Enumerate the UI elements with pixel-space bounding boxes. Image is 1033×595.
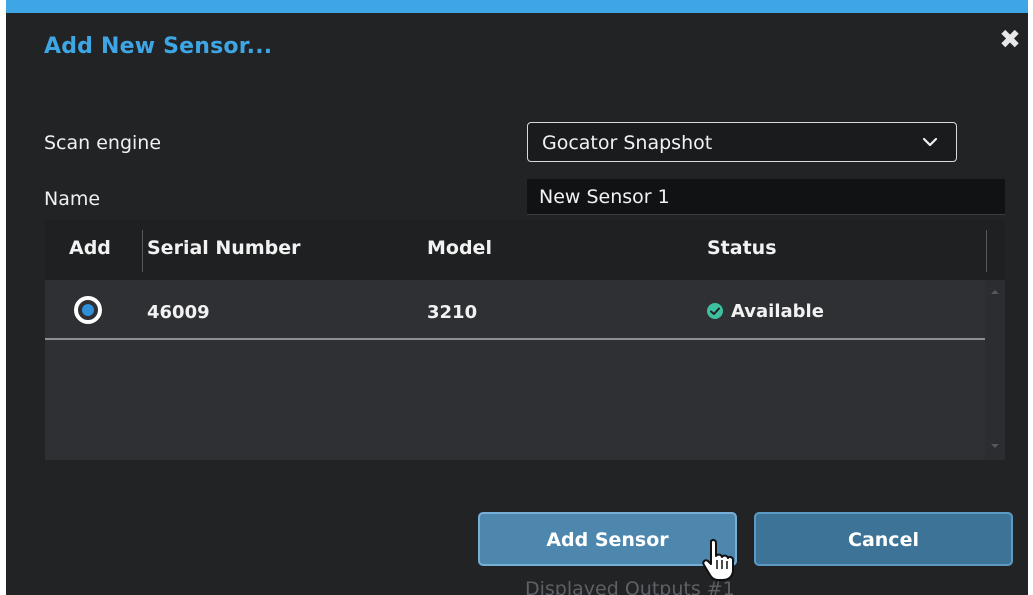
chevron-down-icon	[922, 137, 938, 147]
cancel-button[interactable]: Cancel	[754, 512, 1013, 566]
column-header-model[interactable]: Model	[427, 237, 492, 259]
table-header: Add Serial Number Model Status	[45, 220, 1005, 280]
column-header-add: Add	[69, 237, 111, 259]
column-separator	[986, 230, 987, 272]
name-input[interactable]: New Sensor 1	[527, 179, 1005, 215]
scan-engine-label: Scan engine	[44, 132, 162, 154]
screen: Add New Sensor... ✖ Scan engine Gocator …	[0, 0, 1033, 595]
close-icon[interactable]: ✖	[998, 27, 1022, 53]
check-circle-icon	[707, 303, 723, 319]
scroll-up-arrow-icon[interactable]	[991, 290, 999, 294]
column-header-serial-number[interactable]: Serial Number	[147, 237, 300, 259]
table-scrollbar[interactable]	[985, 280, 1005, 460]
scroll-down-arrow-icon[interactable]	[991, 444, 999, 448]
dialog-accent-bar	[6, 0, 1028, 13]
status-text: Available	[731, 301, 824, 322]
radio-selected-dot	[82, 304, 94, 316]
sensor-table: Add Serial Number Model Status 46009 321…	[45, 220, 1005, 460]
add-sensor-dialog: Add New Sensor... ✖ Scan engine Gocator …	[6, 0, 1028, 595]
hand-pointer-cursor-icon	[702, 538, 734, 581]
serial-number-cell: 46009	[147, 302, 210, 323]
dialog-title: Add New Sensor...	[44, 34, 273, 59]
add-sensor-button[interactable]: Add Sensor	[478, 512, 737, 566]
name-input-value: New Sensor 1	[539, 186, 670, 208]
add-radio-button[interactable]	[74, 296, 102, 324]
column-header-status[interactable]: Status	[707, 237, 777, 259]
column-separator	[142, 230, 143, 272]
name-label: Name	[44, 188, 101, 210]
table-row[interactable]: 46009 3210 Available	[45, 280, 985, 340]
scan-engine-select[interactable]: Gocator Snapshot	[527, 122, 957, 162]
model-cell: 3210	[427, 302, 478, 323]
scan-engine-value: Gocator Snapshot	[542, 132, 713, 154]
